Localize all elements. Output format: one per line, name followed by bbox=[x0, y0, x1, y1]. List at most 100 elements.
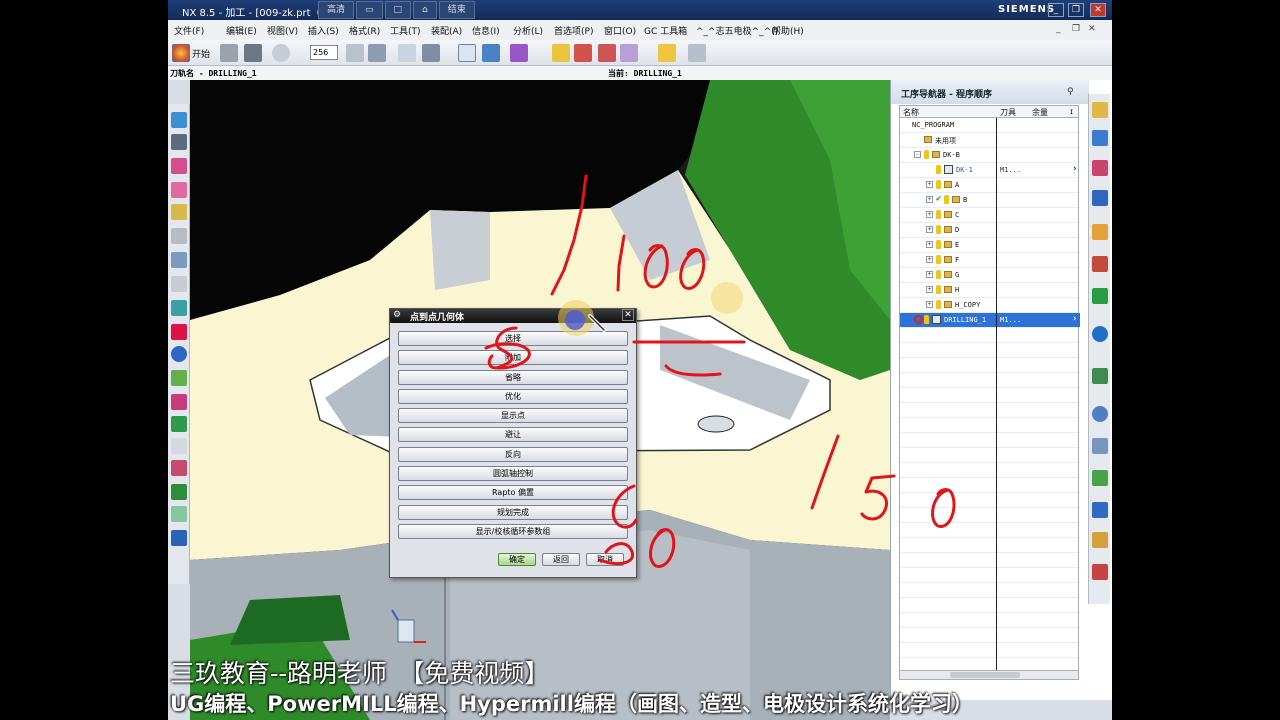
pin-icon[interactable]: ⚲ bbox=[1067, 87, 1074, 97]
tree-row[interactable]: + ✔ B bbox=[900, 193, 1080, 207]
menu-insert[interactable]: 插入(S) bbox=[308, 24, 339, 37]
tool-icon[interactable] bbox=[552, 44, 570, 62]
snap-icon[interactable] bbox=[171, 204, 187, 220]
cancel-button[interactable]: 取消 bbox=[586, 553, 624, 566]
generate-icon[interactable] bbox=[458, 44, 476, 62]
save-icon[interactable] bbox=[244, 44, 262, 62]
resource-clock-icon[interactable] bbox=[1092, 406, 1108, 422]
column-tool[interactable]: 刀具 bbox=[1000, 107, 1016, 118]
dialog-titlebar[interactable]: ⚙ 点到点几何体 ✕ bbox=[390, 309, 636, 323]
scroll-thumb[interactable] bbox=[950, 672, 1020, 678]
electrode-icon[interactable] bbox=[171, 506, 187, 522]
omit-button[interactable]: 省略 bbox=[398, 370, 628, 385]
operation-icon[interactable] bbox=[620, 44, 638, 62]
menu-view[interactable]: 视图(V) bbox=[267, 24, 298, 37]
gear-icon[interactable]: ⚙ bbox=[393, 310, 401, 320]
color-depth-combo[interactable]: 256 bbox=[310, 45, 338, 60]
wcs-icon[interactable] bbox=[171, 158, 187, 174]
navigator-tree[interactable]: NC_PROGRAM 未用项 - DK-B DK-1 M1... › + A + ✔ B + C + D + E +… bbox=[899, 118, 1080, 678]
curve-icon[interactable] bbox=[171, 324, 187, 340]
menu-file[interactable]: 文件(F) bbox=[174, 24, 204, 37]
tree-row[interactable]: + D bbox=[900, 223, 1080, 237]
tree-row[interactable]: + A bbox=[900, 178, 1080, 192]
open-icon[interactable] bbox=[220, 44, 238, 62]
measure-icon[interactable] bbox=[171, 276, 187, 292]
expand-icon[interactable]: + bbox=[926, 256, 933, 263]
tree-row[interactable]: DK-1 M1... › bbox=[900, 163, 1080, 177]
doc-close-button[interactable]: ✕ bbox=[1088, 24, 1096, 34]
tree-row[interactable]: + C bbox=[900, 208, 1080, 222]
layer-settings-icon[interactable] bbox=[171, 228, 187, 244]
collapse-icon[interactable]: - bbox=[914, 151, 921, 158]
expand-icon[interactable]: + bbox=[926, 211, 933, 218]
append-button[interactable]: 附加 bbox=[398, 350, 628, 365]
planning-complete-button[interactable]: 规划完成 bbox=[398, 505, 628, 520]
section-icon[interactable] bbox=[171, 182, 187, 198]
home-button[interactable]: ⌂ bbox=[413, 1, 437, 19]
resource-palette-icon[interactable] bbox=[1092, 288, 1108, 304]
rapto-offset-button[interactable]: Rapto 偏置 bbox=[398, 485, 628, 500]
avoid-button[interactable]: 避让 bbox=[398, 427, 628, 442]
minimize-button[interactable]: _ bbox=[1048, 3, 1064, 17]
column-name[interactable]: 名称 bbox=[903, 107, 919, 118]
doc-restore-button[interactable]: ❐ bbox=[1072, 24, 1080, 34]
menu-electrode-plugin[interactable]: ^_^志五电极^_^() bbox=[696, 24, 778, 37]
create-tool-icon[interactable] bbox=[658, 44, 676, 62]
nc-icon[interactable] bbox=[171, 530, 187, 546]
select-button[interactable]: 选择 bbox=[398, 331, 628, 346]
row-more-arrow-icon[interactable]: › bbox=[1072, 164, 1077, 174]
resource-system-icon[interactable] bbox=[1092, 502, 1108, 518]
end-button[interactable]: 结束 bbox=[438, 1, 475, 19]
expand-icon[interactable]: + bbox=[926, 286, 933, 293]
back-button[interactable]: 返回 bbox=[542, 553, 580, 566]
start-icon[interactable] bbox=[172, 44, 190, 62]
crop-button[interactable]: ▭ bbox=[356, 1, 383, 19]
tree-row[interactable]: + H_COPY bbox=[900, 298, 1080, 312]
arc-axis-control-button[interactable]: 圆弧轴控制 bbox=[398, 466, 628, 481]
resource-part-icon[interactable] bbox=[1092, 160, 1108, 176]
resource-reuse-icon[interactable] bbox=[1092, 564, 1108, 580]
window-button[interactable]: □ bbox=[384, 1, 412, 19]
layer-icon[interactable] bbox=[398, 44, 416, 62]
column-stock[interactable]: 余量 bbox=[1032, 107, 1048, 118]
menu-analysis[interactable]: 分析(L) bbox=[513, 24, 543, 37]
menu-preferences[interactable]: 首选项(P) bbox=[554, 24, 593, 37]
navigator-hscrollbar[interactable] bbox=[899, 670, 1079, 680]
method-icon[interactable] bbox=[598, 44, 616, 62]
display-icon[interactable] bbox=[171, 252, 187, 268]
mold-icon[interactable] bbox=[171, 484, 187, 500]
undo-icon[interactable] bbox=[272, 44, 290, 62]
tree-row[interactable]: 未用项 bbox=[900, 133, 1080, 147]
resource-web-icon[interactable] bbox=[1092, 326, 1108, 342]
hd-button[interactable]: 高清 bbox=[318, 1, 355, 19]
menu-gc-toolbox[interactable]: GC 工具箱 bbox=[644, 24, 687, 37]
tree-row[interactable]: + E bbox=[900, 238, 1080, 252]
close-button[interactable]: ✕ bbox=[1090, 3, 1106, 17]
info-icon[interactable] bbox=[482, 44, 500, 62]
orient-icon[interactable] bbox=[422, 44, 440, 62]
expand-icon[interactable]: + bbox=[926, 271, 933, 278]
assembly-icon[interactable] bbox=[171, 460, 187, 476]
expand-icon[interactable]: + bbox=[926, 301, 933, 308]
menu-info[interactable]: 信息(I) bbox=[472, 24, 500, 37]
tree-row[interactable]: NC_PROGRAM bbox=[900, 118, 1080, 132]
optimize-button[interactable]: 优化 bbox=[398, 389, 628, 404]
filter-icon[interactable] bbox=[688, 44, 706, 62]
resource-library-icon[interactable] bbox=[1092, 256, 1108, 272]
reverse-button[interactable]: 反向 bbox=[398, 447, 628, 462]
expand-icon[interactable]: + bbox=[926, 241, 933, 248]
geometry-icon[interactable] bbox=[574, 44, 592, 62]
view-icon[interactable] bbox=[346, 44, 364, 62]
expand-icon[interactable]: + bbox=[926, 226, 933, 233]
column-more[interactable]: ɪ bbox=[1070, 107, 1073, 116]
resource-constraint-icon[interactable] bbox=[1092, 130, 1108, 146]
resource-process-icon[interactable] bbox=[1092, 438, 1108, 454]
menu-help[interactable]: 帮助(H) bbox=[772, 24, 804, 37]
menu-edit[interactable]: 编辑(E) bbox=[226, 24, 257, 37]
resource-visual-icon[interactable] bbox=[1092, 532, 1108, 548]
resource-history-icon[interactable] bbox=[1092, 368, 1108, 384]
maximize-button[interactable]: ❐ bbox=[1068, 3, 1084, 17]
tree-row[interactable]: + F bbox=[900, 253, 1080, 267]
zoom-icon[interactable] bbox=[171, 134, 187, 150]
sketch-icon[interactable] bbox=[171, 370, 187, 386]
